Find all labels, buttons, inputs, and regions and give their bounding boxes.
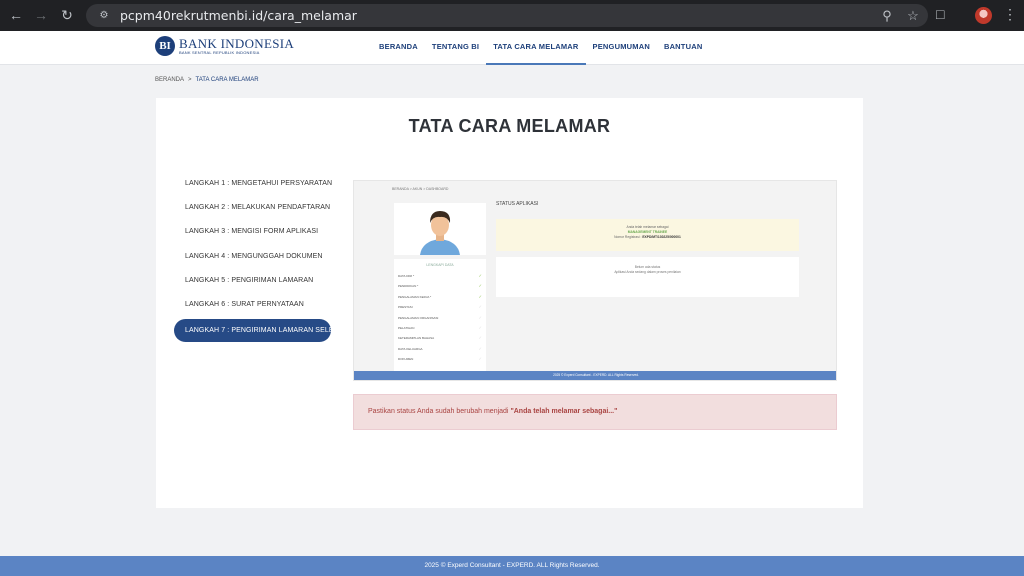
preview-item: DOKUMEN ✓ bbox=[394, 354, 486, 364]
alert-text: Pastikan status Anda sudah berubah menja… bbox=[368, 408, 511, 415]
check-icon: ✓ bbox=[478, 273, 482, 278]
breadcrumb-home[interactable]: BERANDA bbox=[155, 77, 184, 83]
main-nav: BERANDA TENTANG BI TATA CARA MELAMAR PEN… bbox=[372, 31, 709, 65]
kebab-menu-icon[interactable]: ⋮ bbox=[1003, 6, 1017, 23]
step-5[interactable]: LANGKAH 5 : PENGIRIMAN LAMARAN bbox=[174, 269, 331, 293]
nav-pengumuman[interactable]: PENGUMUMAN bbox=[586, 31, 657, 65]
preview-breadcrumb: BERANDA > AKUN > DASHBOARD bbox=[392, 187, 449, 191]
bi-logo-icon: BI bbox=[155, 36, 175, 56]
check-icon: ✓ bbox=[478, 293, 482, 299]
address-bar[interactable]: ⚙ pcpm40rekrutmenbi.id/cara_melamar ⚲ ☆ bbox=[86, 4, 928, 27]
step-3[interactable]: LANGKAH 3 : MENGISI FORM APLIKASI bbox=[174, 220, 331, 244]
preview-item: PENGALAMAN KERJA * ✓ bbox=[394, 292, 486, 302]
dashboard-preview-image: BERANDA > AKUN > DASHBOARD LENGKAPI DATA… bbox=[353, 180, 837, 381]
preview-item: PENGALAMAN ORGANISASI ✓ bbox=[394, 313, 486, 323]
preview-item: DATA DIRI * ✓ bbox=[394, 271, 486, 281]
profile-avatar[interactable] bbox=[975, 7, 992, 24]
puzzle-icon[interactable]: □ bbox=[936, 6, 944, 22]
page-title: TATA CARA MELAMAR bbox=[408, 116, 611, 136]
breadcrumb-current: TATA CARA MELAMAR bbox=[195, 77, 259, 83]
logo-subtitle: BANK SENTRAL REPUBLIK INDONESIA bbox=[179, 50, 260, 55]
step-2[interactable]: LANGKAH 2 : MELAKUKAN PENDAFTARAN bbox=[174, 196, 331, 220]
nav-bantuan[interactable]: BANTUAN bbox=[657, 31, 709, 65]
check-icon: ✓ bbox=[478, 304, 482, 310]
step-7[interactable]: LANGKAH 7 : PENGIRIMAN LAMARAN SELESAI bbox=[174, 319, 345, 343]
content-card: TATA CARA MELAMAR LANGKAH 1 : MENGETAHUI… bbox=[156, 98, 863, 508]
check-icon: ✓ bbox=[478, 356, 482, 362]
step-1[interactable]: LANGKAH 1 : MENGETAHUI PERSYARATAN bbox=[174, 172, 332, 196]
preview-sidebar-title: LENGKAPI DATA bbox=[426, 263, 454, 267]
alert-emphasis: "Anda telah melamar sebagai..." bbox=[510, 408, 618, 415]
preview-status-title: STATUS APLIKASI bbox=[496, 201, 539, 207]
preview-status-box: Belum ada status Aplikasi Anda sedang da… bbox=[496, 257, 799, 297]
site-footer: 2025 © Experd Consultant - EXPERD. ALL R… bbox=[0, 556, 1024, 576]
preview-sidebar: LENGKAPI DATA DATA DIRI * ✓ PENDIDIKAN * ✓… bbox=[394, 259, 486, 374]
zoom-icon[interactable]: ⚲ bbox=[878, 8, 896, 24]
logo-title: BANK INDONESIA bbox=[179, 36, 295, 51]
preview-item: DATA KELUARGA ✓ bbox=[394, 344, 486, 354]
status-alert: Pastikan status Anda sudah berubah menja… bbox=[353, 394, 837, 430]
preview-item: PENDIDIKAN * ✓ bbox=[394, 281, 486, 291]
check-icon: ✓ bbox=[478, 335, 482, 341]
url-text[interactable]: pcpm40rekrutmenbi.id/cara_melamar bbox=[120, 8, 357, 23]
steps-list: LANGKAH 1 : MENGETAHUI PERSYARATAN LANGK… bbox=[174, 172, 345, 343]
nav-tata-cara-melamar[interactable]: TATA CARA MELAMAR bbox=[486, 31, 586, 65]
breadcrumb-separator: > bbox=[188, 77, 192, 83]
site-header: BI BANK INDONESIA BANK SENTRAL REPUBLIK … bbox=[0, 31, 1024, 65]
forward-arrow-icon[interactable]: → bbox=[29, 3, 53, 27]
preview-notice: Anda telah melamar sebagai MANAGEMENT TR… bbox=[496, 219, 799, 251]
preview-item: PRESTASI ✓ bbox=[394, 302, 486, 312]
bank-indonesia-logo[interactable]: BI BANK INDONESIA BANK SENTRAL REPUBLIK … bbox=[155, 36, 294, 56]
step-4[interactable]: LANGKAH 4 : MENGUNGGAH DOKUMEN bbox=[174, 245, 331, 269]
applicant-avatar bbox=[394, 203, 486, 255]
star-icon[interactable]: ☆ bbox=[904, 8, 922, 24]
check-icon: ✓ bbox=[478, 345, 482, 351]
step-6[interactable]: LANGKAH 6 : SURAT PERNYATAAN bbox=[174, 293, 331, 317]
nav-beranda[interactable]: BERANDA bbox=[372, 31, 425, 65]
check-icon: ✓ bbox=[478, 314, 482, 320]
preview-item: KETERAMPILAN BAHASA ✓ bbox=[394, 333, 486, 343]
breadcrumb: BERANDA > TATA CARA MELAMAR bbox=[155, 77, 259, 83]
browser-toolbar: ← → ↻ ⚙ pcpm40rekrutmenbi.id/cara_melama… bbox=[0, 0, 1024, 31]
check-icon: ✓ bbox=[478, 283, 482, 289]
reload-icon[interactable]: ↻ bbox=[55, 3, 79, 27]
back-arrow-icon[interactable]: ← bbox=[4, 3, 28, 27]
nav-tentang-bi[interactable]: TENTANG BI bbox=[425, 31, 486, 65]
preview-footer: 2025 © Experd Consultant - EXPERD. ALL R… bbox=[354, 371, 836, 380]
check-icon: ✓ bbox=[478, 324, 482, 330]
site-info-icon[interactable]: ⚙ bbox=[96, 8, 112, 24]
preview-item: PELATIHAN ✓ bbox=[394, 323, 486, 333]
